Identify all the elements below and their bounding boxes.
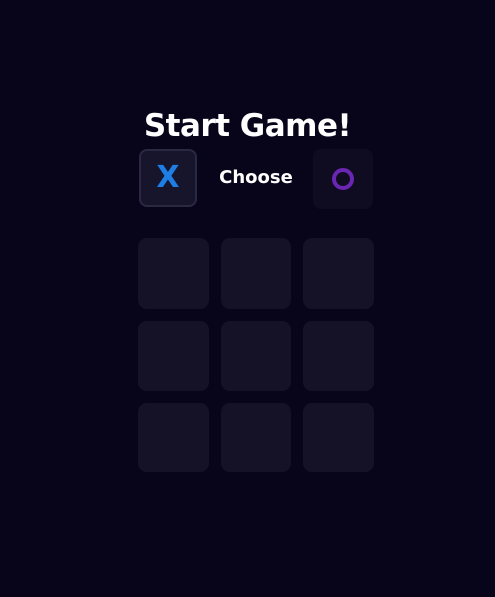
board-cell-7[interactable] (138, 403, 209, 472)
choose-x-button[interactable]: X (139, 149, 197, 207)
board-cell-5[interactable] (221, 321, 291, 391)
choose-o-button[interactable] (313, 149, 373, 209)
board-cell-4[interactable] (138, 321, 209, 391)
board-cell-2[interactable] (221, 238, 291, 309)
board-cell-1[interactable] (138, 238, 209, 309)
game-board (138, 238, 374, 472)
choose-label: Choose (219, 167, 293, 188)
board-cell-6[interactable] (303, 321, 374, 391)
board-cell-9[interactable] (303, 403, 374, 472)
board-cell-8[interactable] (221, 403, 291, 472)
x-mark-icon: X (156, 160, 180, 195)
o-mark-icon (332, 168, 354, 190)
page-title: Start Game! (143, 108, 352, 144)
board-cell-3[interactable] (303, 238, 374, 309)
